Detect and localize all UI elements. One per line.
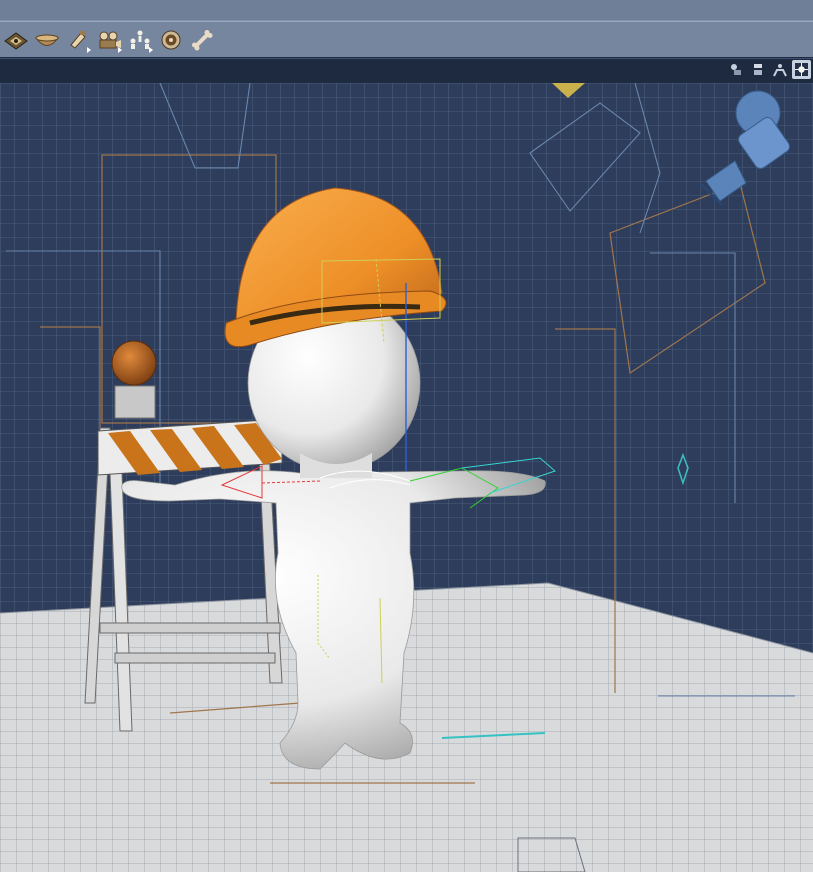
header-divider xyxy=(0,58,813,59)
target-icon[interactable] xyxy=(155,25,186,55)
viewport-header xyxy=(0,57,813,84)
camera-stack-icon[interactable] xyxy=(748,60,767,79)
light-icon[interactable] xyxy=(62,25,93,55)
toolbar xyxy=(0,21,813,58)
walk-icon[interactable] xyxy=(770,60,789,79)
camera-icon[interactable] xyxy=(93,25,124,55)
grid-view-icon[interactable] xyxy=(792,60,811,79)
bone-icon[interactable] xyxy=(186,25,217,55)
figure-icon[interactable] xyxy=(726,60,745,79)
figure-group-icon[interactable] xyxy=(124,25,155,55)
scene xyxy=(0,83,813,872)
title-bar xyxy=(0,0,813,21)
bowl-icon[interactable] xyxy=(31,25,62,55)
3d-viewport[interactable] xyxy=(0,83,813,872)
view-magnifier-icon[interactable] xyxy=(0,25,31,55)
